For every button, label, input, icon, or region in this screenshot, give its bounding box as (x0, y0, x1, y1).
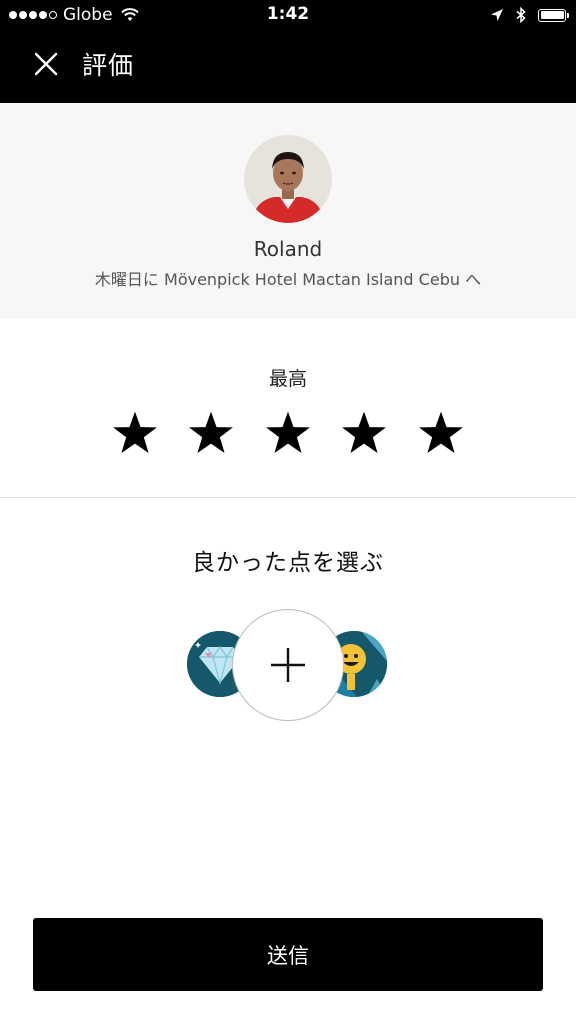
star-icon (266, 411, 310, 453)
rating-label: 最高 (268, 368, 307, 390)
plus-icon (271, 648, 305, 682)
submit-button[interactable]: 送信 (33, 918, 543, 991)
bluetooth-icon (516, 7, 526, 23)
compliment-title: 良かった点を選ぶ (192, 550, 384, 576)
star-2[interactable] (183, 405, 239, 461)
driver-section: Roland 木曜日に Mövenpick Hotel Mactan Islan… (0, 103, 576, 319)
star-4[interactable] (336, 405, 392, 461)
star-3[interactable] (260, 405, 316, 461)
star-icon (189, 411, 233, 453)
close-button[interactable] (30, 48, 62, 80)
avatar (244, 135, 332, 223)
star-rating (107, 405, 469, 461)
rating-section: 最高 (0, 319, 576, 498)
star-icon (342, 411, 386, 453)
trip-info: 木曜日に Mövenpick Hotel Mactan Island Cebu … (94, 270, 482, 289)
header: 評価 (0, 30, 576, 103)
battery-icon (538, 8, 569, 22)
location-arrow-icon (491, 9, 503, 21)
compliment-badges (187, 609, 389, 721)
driver-name: Roland (253, 237, 323, 261)
star-icon (419, 411, 463, 453)
status-bar: Globe 1:42 (0, 0, 576, 30)
star-5[interactable] (413, 405, 469, 461)
status-right (490, 5, 569, 25)
star-1[interactable] (107, 405, 163, 461)
page-title: 評価 (82, 51, 135, 80)
close-icon (34, 52, 58, 76)
driver-photo (244, 135, 332, 223)
battery-fill (540, 11, 564, 19)
star-icon (113, 411, 157, 453)
add-compliment-button[interactable] (232, 609, 344, 721)
